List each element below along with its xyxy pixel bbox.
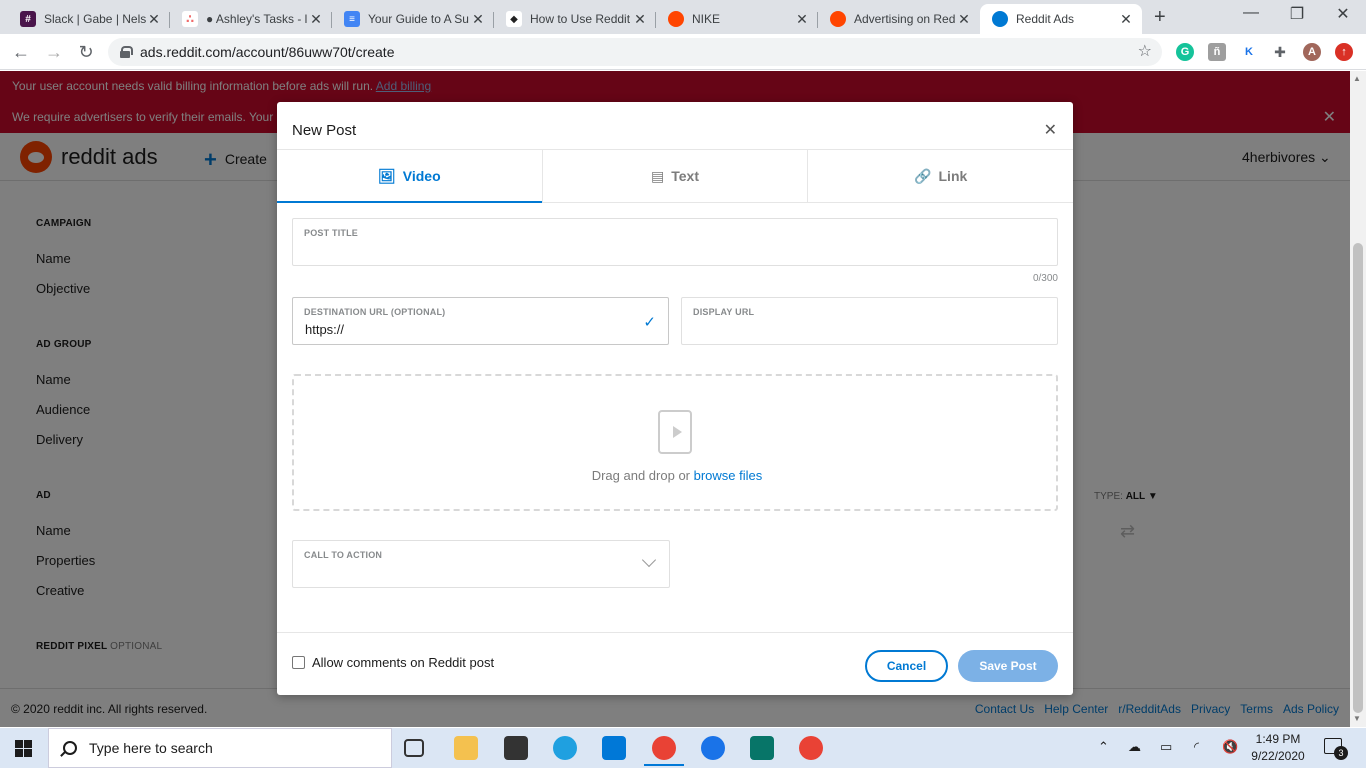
comment-icon: ▤ bbox=[651, 167, 665, 184]
reddit-icon bbox=[668, 11, 684, 27]
tab-title: Slack | Gabe | Nels bbox=[44, 12, 146, 26]
video-dropzone[interactable]: Drag and drop or browse files bbox=[292, 374, 1058, 511]
store-icon[interactable] bbox=[504, 736, 528, 760]
scrollbar-thumb[interactable] bbox=[1353, 243, 1363, 713]
address-bar: ← → ↻ ads.reddit.com/account/86uww70t/cr… bbox=[0, 34, 1366, 70]
grammarly-icon[interactable]: G bbox=[1176, 43, 1194, 61]
tab-title: ● Ashley's Tasks - l bbox=[206, 12, 308, 26]
file-explorer-icon[interactable] bbox=[454, 736, 478, 760]
browse-files-link[interactable]: browse files bbox=[694, 468, 763, 483]
modal-footer: Allow comments on Reddit post Cancel Sav… bbox=[277, 632, 1073, 695]
dropzone-text: Drag and drop or browse files bbox=[591, 468, 763, 483]
video-file-icon bbox=[658, 410, 692, 454]
avatar[interactable]: A bbox=[1303, 43, 1321, 61]
reddit-icon bbox=[992, 11, 1008, 27]
google-docs-icon: ≡ bbox=[344, 11, 360, 27]
allow-comments-checkbox[interactable] bbox=[292, 656, 305, 669]
restore-icon[interactable]: ❐ bbox=[1274, 4, 1320, 24]
new-post-modal: New Post ✕ 🖼 Video ▤ Text 🔗 Link POST TI… bbox=[277, 102, 1073, 695]
close-icon[interactable]: ✕ bbox=[1044, 120, 1057, 140]
url-input[interactable]: ads.reddit.com/account/86uww70t/create ☆ bbox=[108, 38, 1162, 66]
tab-title: Reddit Ads bbox=[1016, 12, 1075, 26]
extension-icon[interactable]: K bbox=[1240, 43, 1258, 61]
scroll-down-icon[interactable]: ▼ bbox=[1353, 714, 1361, 723]
onedrive-icon[interactable]: ☁ bbox=[1128, 739, 1141, 755]
notification-count-badge: 3 bbox=[1334, 746, 1348, 760]
minimize-icon[interactable]: — bbox=[1228, 4, 1274, 22]
allow-comments-label[interactable]: Allow comments on Reddit post bbox=[312, 655, 494, 670]
cancel-button[interactable]: Cancel bbox=[865, 650, 948, 682]
scroll-up-icon[interactable]: ▲ bbox=[1353, 74, 1361, 83]
forward-icon[interactable]: → bbox=[42, 40, 66, 64]
close-tab-icon[interactable]: ✕ bbox=[956, 11, 972, 28]
tab-title: Your Guide to A Su bbox=[368, 12, 469, 26]
close-window-icon[interactable]: ✕ bbox=[1320, 4, 1366, 24]
browser-tab-active[interactable]: Reddit Ads ✕ bbox=[980, 4, 1142, 34]
checkmark-icon: ✓ bbox=[643, 314, 656, 331]
url-text: ads.reddit.com/account/86uww70t/create bbox=[140, 44, 395, 60]
browser-tab[interactable]: NIKE ✕ bbox=[656, 4, 818, 34]
extension-icon[interactable]: ñ bbox=[1208, 43, 1226, 61]
modal-title: New Post bbox=[292, 122, 357, 139]
browser-tab[interactable]: Advertising on Red ✕ bbox=[818, 4, 980, 34]
post-title-field[interactable]: POST TITLE bbox=[292, 218, 1058, 266]
puzzle-icon[interactable]: ✚ bbox=[1271, 43, 1289, 61]
chrome-icon[interactable] bbox=[644, 736, 684, 766]
taskbar-clock[interactable]: 1:49 PM 9/22/2020 bbox=[1248, 731, 1308, 765]
tab-link[interactable]: 🔗 Link bbox=[808, 150, 1073, 202]
destination-url-field[interactable]: DESTINATION URL (OPTIONAL) https:// ✓ bbox=[292, 297, 669, 345]
browser-tab[interactable]: # Slack | Gabe | Nels ✕ bbox=[8, 4, 170, 34]
tab-video[interactable]: 🖼 Video bbox=[277, 150, 543, 203]
new-tab-button[interactable]: + bbox=[1154, 6, 1166, 29]
volume-muted-icon[interactable]: 🔇 bbox=[1222, 739, 1238, 755]
call-to-action-select[interactable]: CALL TO ACTION bbox=[292, 540, 670, 588]
update-icon[interactable]: ↑ bbox=[1335, 43, 1353, 61]
reddit-icon bbox=[830, 11, 846, 27]
close-tab-icon[interactable]: ✕ bbox=[308, 11, 324, 28]
chevron-down-icon bbox=[641, 552, 657, 568]
windows-start-icon[interactable] bbox=[15, 740, 32, 757]
lock-icon bbox=[120, 46, 133, 58]
close-tab-icon[interactable]: ✕ bbox=[632, 11, 648, 28]
close-tab-icon[interactable]: ✕ bbox=[146, 11, 162, 28]
tab-title: How to Use Reddit bbox=[530, 12, 631, 26]
app-icon[interactable] bbox=[701, 736, 725, 760]
publisher-icon[interactable] bbox=[750, 736, 774, 760]
browser-tab[interactable]: ◆ How to Use Reddit ✕ bbox=[494, 4, 656, 34]
browser-tab[interactable]: ∴ ● Ashley's Tasks - l ✕ bbox=[170, 4, 332, 34]
back-icon[interactable]: ← bbox=[9, 40, 33, 64]
save-post-button[interactable]: Save Post bbox=[958, 650, 1058, 682]
task-view-icon[interactable] bbox=[404, 739, 424, 757]
wifi-icon[interactable]: ◜ bbox=[1194, 739, 1199, 755]
page-scrollbar[interactable]: ▲ ▼ bbox=[1350, 71, 1366, 727]
taskbar-search-input[interactable]: Type here to search bbox=[48, 728, 392, 768]
display-url-field[interactable]: DISPLAY URL bbox=[681, 297, 1058, 345]
tab-title: NIKE bbox=[692, 12, 721, 26]
close-tab-icon[interactable]: ✕ bbox=[1118, 11, 1134, 28]
tab-title: Advertising on Red bbox=[854, 12, 956, 26]
edge-icon[interactable] bbox=[553, 736, 577, 760]
reload-icon[interactable]: ↻ bbox=[74, 40, 98, 64]
search-icon bbox=[63, 741, 77, 755]
image-icon: 🖼 bbox=[378, 167, 396, 184]
asana-icon: ∴ bbox=[182, 11, 198, 27]
post-type-tabs: 🖼 Video ▤ Text 🔗 Link bbox=[277, 149, 1073, 203]
bookmark-icon: ◆ bbox=[506, 11, 522, 27]
battery-icon[interactable]: ▭ bbox=[1160, 739, 1172, 755]
link-icon: 🔗 bbox=[914, 167, 932, 184]
tab-text[interactable]: ▤ Text bbox=[543, 150, 809, 202]
chrome-profile-icon[interactable] bbox=[799, 736, 823, 760]
bookmark-star-icon[interactable]: ☆ bbox=[1138, 41, 1152, 61]
close-tab-icon[interactable]: ✕ bbox=[794, 11, 810, 28]
browser-tab-bar: # Slack | Gabe | Nels ✕ ∴ ● Ashley's Tas… bbox=[0, 0, 1366, 34]
close-tab-icon[interactable]: ✕ bbox=[470, 11, 486, 28]
browser-tab[interactable]: ≡ Your Guide to A Su ✕ bbox=[332, 4, 494, 34]
mail-icon[interactable] bbox=[602, 736, 626, 760]
windows-taskbar: Type here to search ⌃ ☁ ▭ ◜ 🔇 1:49 PM 9/… bbox=[0, 728, 1366, 768]
slack-icon: # bbox=[20, 11, 36, 27]
show-hidden-icons-icon[interactable]: ⌃ bbox=[1098, 739, 1109, 755]
title-char-counter: 0/300 bbox=[1032, 273, 1058, 284]
